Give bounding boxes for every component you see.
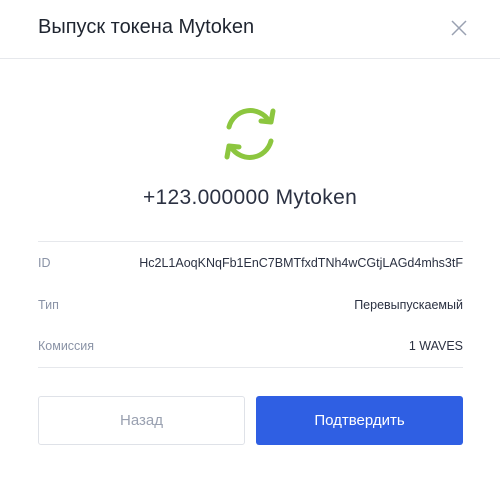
detail-label: Тип <box>38 297 59 312</box>
detail-value: Перевыпускаемый <box>354 297 463 312</box>
dialog-header: Выпуск токена Mytoken <box>0 0 500 59</box>
detail-value: Hc2L1AoqKNqFb1EnC7BMTfxdTNh4wCGtjLAGd4mh… <box>139 255 463 270</box>
issued-amount: +123.000000 Mytoken <box>142 186 358 209</box>
detail-value: 1 WAVES <box>408 339 463 354</box>
dialog-title: Выпуск токена Mytoken <box>38 16 255 38</box>
back-button[interactable]: Назад <box>38 396 245 445</box>
details-table: ID Hc2L1AoqKNqFb1EnC7BMTfxdTNh4wCGtjLAGd… <box>38 241 463 368</box>
token-issue-dialog: Выпуск токена Mytoken +123.000000 Mytoke… <box>0 0 500 482</box>
confirm-button[interactable]: Подтвердить <box>256 396 463 445</box>
close-icon[interactable] <box>448 17 470 39</box>
detail-label: Комиссия <box>38 339 95 354</box>
refresh-icon <box>217 101 283 167</box>
detail-row-type: Тип Перевыпускаемый <box>38 284 463 326</box>
detail-row-id: ID Hc2L1AoqKNqFb1EnC7BMTfxdTNh4wCGtjLAGd… <box>38 242 463 284</box>
detail-label: ID <box>38 255 51 270</box>
detail-row-fee: Комиссия 1 WAVES <box>38 325 463 367</box>
